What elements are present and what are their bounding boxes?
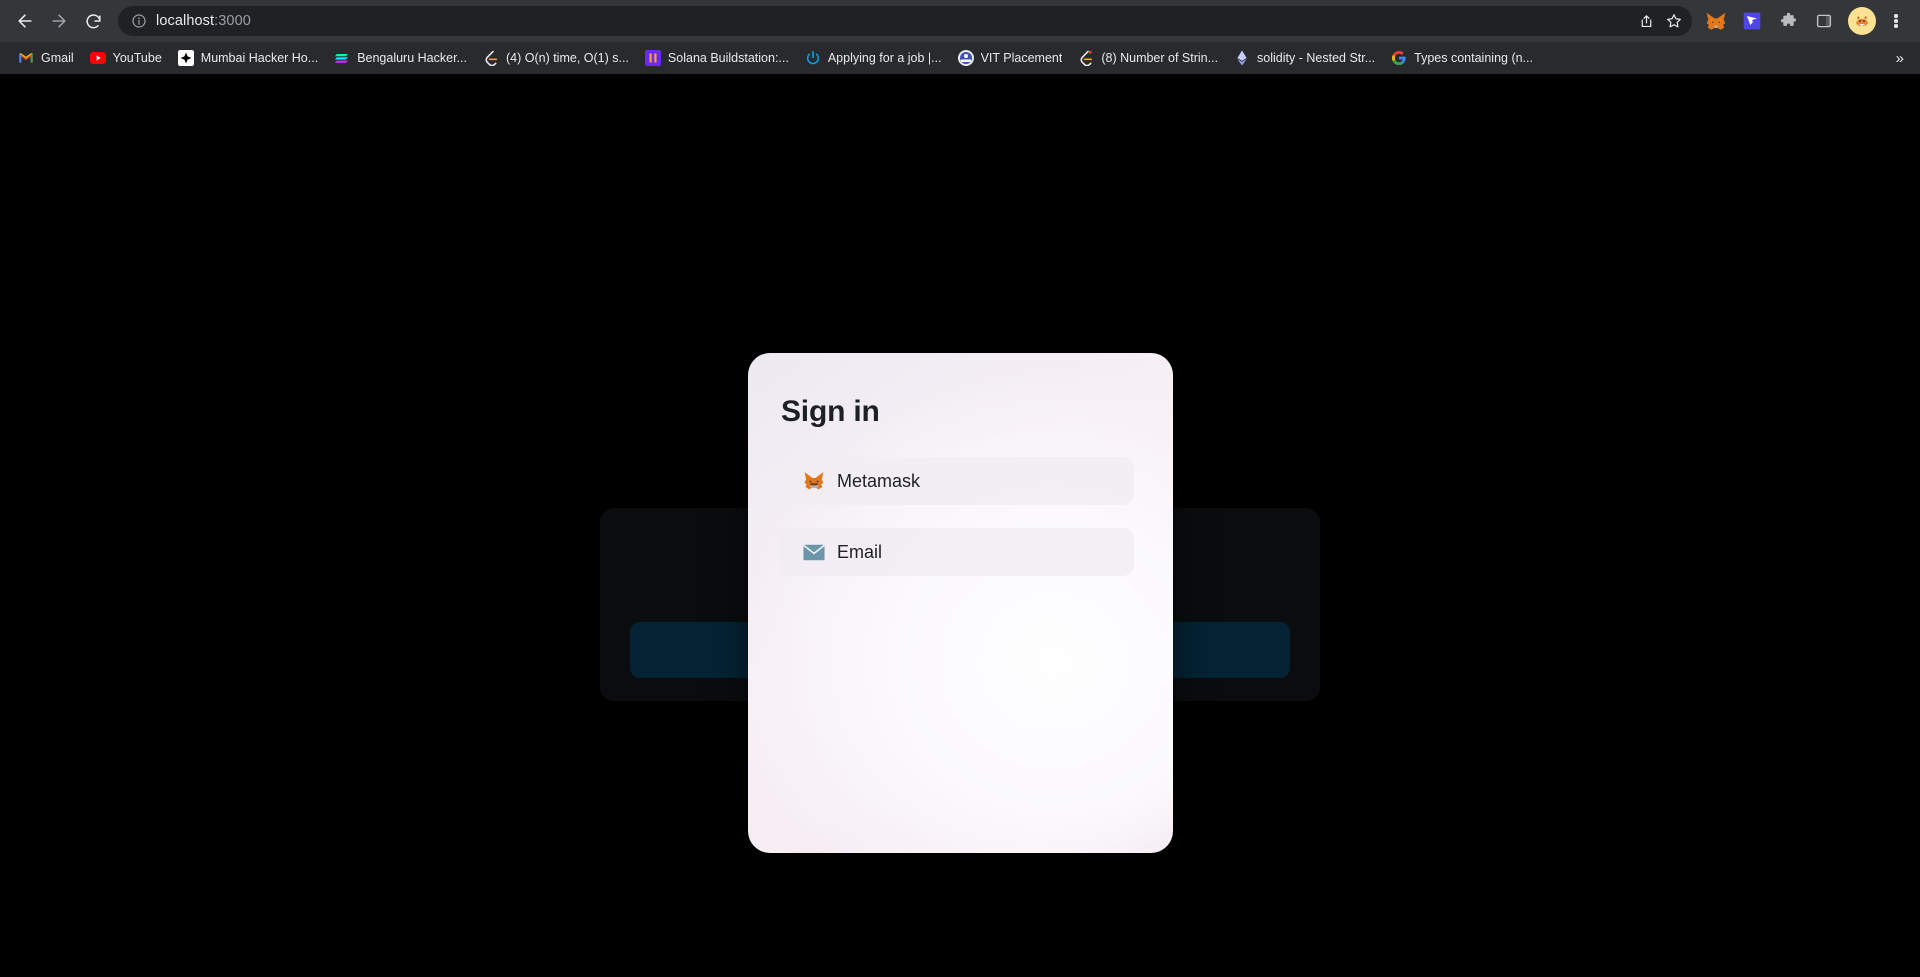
- sign-in-option-email[interactable]: Email: [779, 528, 1134, 576]
- google-icon: [1391, 50, 1407, 66]
- gmail-icon: [18, 50, 34, 66]
- metamask-extension-icon: [1706, 12, 1726, 30]
- sign-in-modal: Sign in Metamask Email: [748, 353, 1173, 853]
- sign-in-option-metamask[interactable]: Metamask: [779, 457, 1134, 505]
- bookmark-bengaluru-hacker-house[interactable]: Bengaluru Hacker...: [326, 46, 475, 70]
- youtube-icon: [89, 50, 106, 66]
- side-panel-icon: [1816, 14, 1832, 28]
- bookmark-applying-for-a-job[interactable]: Applying for a job |...: [797, 46, 950, 70]
- solana-icon: [334, 50, 350, 66]
- bookmark-label: Solana Buildstation:...: [667, 51, 789, 65]
- bookmark-label: VIT Placement: [980, 51, 1063, 65]
- metamask-fox-icon: [803, 470, 825, 492]
- kebab-menu-icon: [1894, 13, 1898, 30]
- page-content: Sign in Metamask Email: [0, 74, 1920, 977]
- reload-button[interactable]: [76, 4, 110, 38]
- forward-arrow-icon: [52, 14, 66, 28]
- vit-icon: [957, 50, 974, 66]
- power-icon: [805, 50, 821, 66]
- forward-button[interactable]: [42, 4, 76, 38]
- bookmark-leetcode-on-time[interactable]: (4) O(n) time, O(1) s...: [475, 46, 637, 70]
- avatar: [1850, 9, 1874, 33]
- bookmark-vit-placement[interactable]: VIT Placement: [950, 46, 1071, 70]
- extensions-button[interactable]: [1772, 5, 1804, 37]
- address-bar[interactable]: localhost:3000: [118, 6, 1692, 36]
- bookmarks-bar: Gmail YouTube Mumbai Hacker Ho... Bengal…: [0, 42, 1920, 74]
- leetcode-icon: [483, 50, 499, 66]
- bookmark-label: (8) Number of Strin...: [1101, 51, 1219, 65]
- side-panel-button[interactable]: [1808, 5, 1840, 37]
- bookmark-label: solidity - Nested Str...: [1257, 51, 1376, 65]
- bookmark-label: YouTube: [112, 51, 162, 65]
- sign-in-options: Metamask Email: [779, 457, 1134, 599]
- bookmark-label: (4) O(n) time, O(1) s...: [505, 51, 629, 65]
- ethereum-icon: [1234, 50, 1250, 66]
- browser-toolbar: localhost:3000: [0, 0, 1920, 42]
- chrome-menu-button[interactable]: [1882, 5, 1910, 37]
- leetcode-icon: [1078, 50, 1094, 66]
- solana-buildstation-icon: [644, 50, 661, 66]
- url-host: localhost: [156, 13, 215, 29]
- sign-in-option-label: Metamask: [837, 470, 921, 491]
- browser-chrome: localhost:3000 Gmail YouTube Mumbai Hack…: [0, 0, 1920, 74]
- metamask-extension-button[interactable]: [1700, 5, 1732, 37]
- bookmark-solana-buildstation[interactable]: Solana Buildstation:...: [637, 46, 797, 70]
- page-title: Sign in: [781, 395, 880, 428]
- bookmark-label: Gmail: [41, 51, 74, 65]
- reload-icon: [85, 13, 101, 28]
- bookmark-star-button[interactable]: [1660, 7, 1688, 35]
- bookmark-label: Bengaluru Hacker...: [357, 51, 467, 65]
- mumbai-hacker-house-icon: [177, 50, 194, 66]
- bookmark-leetcode-number-of-strings[interactable]: (8) Number of Strin...: [1070, 46, 1226, 70]
- bookmark-mumbai-hacker-house[interactable]: Mumbai Hacker Ho...: [170, 46, 326, 70]
- bookmark-solidity-nested-struct[interactable]: solidity - Nested Str...: [1226, 46, 1383, 70]
- bookmark-youtube[interactable]: YouTube: [82, 46, 170, 70]
- site-info-button[interactable]: [128, 10, 150, 32]
- bookmark-label: Applying for a job |...: [827, 51, 942, 65]
- sign-in-option-label: Email: [837, 541, 883, 562]
- puzzle-icon: [1780, 12, 1796, 26]
- url-port: :3000: [214, 13, 251, 29]
- bookmark-label: Types containing (n...: [1414, 51, 1533, 65]
- envelope-icon: [803, 541, 825, 563]
- back-arrow-icon: [18, 14, 32, 28]
- url-text: localhost:3000: [150, 13, 1632, 29]
- bookmark-types-containing[interactable]: Types containing (n...: [1383, 46, 1541, 70]
- blue-extension-icon: [1743, 12, 1761, 30]
- share-icon: [1641, 14, 1651, 27]
- back-button[interactable]: [8, 4, 42, 38]
- info-circle-icon: [132, 14, 146, 28]
- blue-extension-button[interactable]: [1736, 5, 1768, 37]
- bookmarks-overflow-button[interactable]: »: [1886, 50, 1914, 67]
- bookmark-gmail[interactable]: Gmail: [10, 46, 82, 70]
- star-icon: [1667, 14, 1681, 28]
- profile-avatar[interactable]: [1848, 7, 1876, 35]
- share-button[interactable]: [1632, 7, 1660, 35]
- bookmark-label: Mumbai Hacker Ho...: [200, 51, 319, 65]
